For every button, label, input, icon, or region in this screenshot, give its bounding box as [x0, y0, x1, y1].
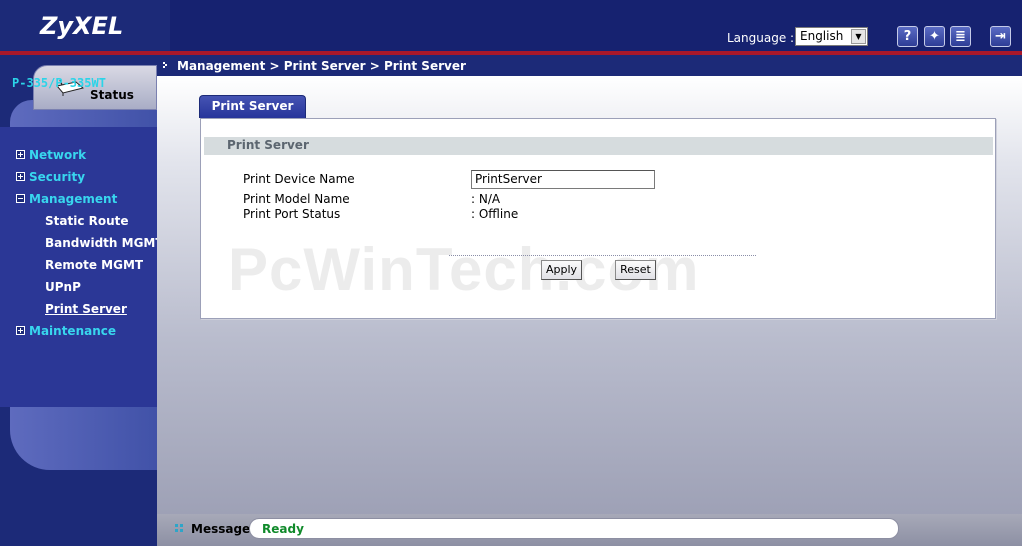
expand-icon[interactable] — [16, 172, 25, 181]
language-label: Language : — [727, 31, 795, 45]
print-device-name-label: Print Device Name — [243, 172, 355, 186]
tab-print-server[interactable]: Print Server — [199, 95, 306, 118]
device-model: P-335/P-335WT — [12, 76, 106, 90]
print-model-name-value: : N/A — [471, 192, 501, 206]
apply-button[interactable]: Apply — [541, 260, 582, 280]
reset-button[interactable]: Reset — [615, 260, 656, 280]
sidebar-item-management[interactable]: Management — [16, 192, 117, 206]
sidebar-subitem-static-route[interactable]: Static Route — [45, 214, 129, 228]
message-box — [249, 518, 899, 539]
expand-icon[interactable] — [16, 326, 25, 335]
language-select[interactable]: English ▼ — [795, 27, 868, 46]
print-device-name-input[interactable]: PrintServer — [471, 170, 655, 189]
help-icon[interactable]: ? — [897, 26, 918, 47]
message-icon — [175, 524, 183, 532]
sidebar-subitem-print-server[interactable]: Print Server — [45, 302, 127, 316]
message-status-text: Ready — [262, 522, 304, 536]
header-stripe — [170, 0, 1022, 52]
sidebar-item-security[interactable]: Security — [16, 170, 85, 184]
sidebar-item-label: Management — [29, 192, 118, 206]
collapse-icon[interactable] — [16, 194, 25, 203]
breadcrumb-arrow-icon — [163, 62, 167, 68]
document-icon[interactable]: ≣ — [950, 26, 971, 47]
logo-text: ZyXEL — [40, 12, 124, 40]
message-label: Message — [191, 522, 251, 536]
status-tab-label: Status — [90, 88, 134, 102]
section-title: Print Server — [204, 137, 993, 155]
sidebar-subitem-upnp[interactable]: UPnP — [45, 280, 81, 294]
expand-icon[interactable] — [16, 150, 25, 159]
wizard-icon[interactable]: ✦ — [924, 26, 945, 47]
sidebar-item-label: Security — [29, 170, 86, 184]
sidebar-subitem-remote-mgmt[interactable]: Remote MGMT — [45, 258, 143, 272]
print-port-status-value: : Offline — [471, 207, 519, 221]
logout-icon[interactable]: ⇥ — [990, 26, 1011, 47]
sidebar-item-label: Network — [29, 148, 87, 162]
breadcrumb: Management > Print Server > Print Server — [177, 59, 466, 73]
chevron-down-icon[interactable]: ▼ — [851, 29, 866, 44]
sidebar-item-maintenance[interactable]: Maintenance — [16, 324, 116, 338]
print-port-status-label: Print Port Status — [243, 207, 341, 221]
sidebar-item-label: Maintenance — [29, 324, 117, 338]
print-model-name-label: Print Model Name — [243, 192, 350, 206]
divider — [449, 255, 756, 256]
zyxel-logo: ZyXEL — [0, 0, 170, 52]
language-selected-value: English — [800, 29, 844, 43]
sidebar-item-network[interactable]: Network — [16, 148, 86, 162]
sidebar: Status — [0, 55, 157, 546]
sidebar-subitem-bandwidth-mgmt[interactable]: Bandwidth MGMT — [45, 236, 164, 250]
